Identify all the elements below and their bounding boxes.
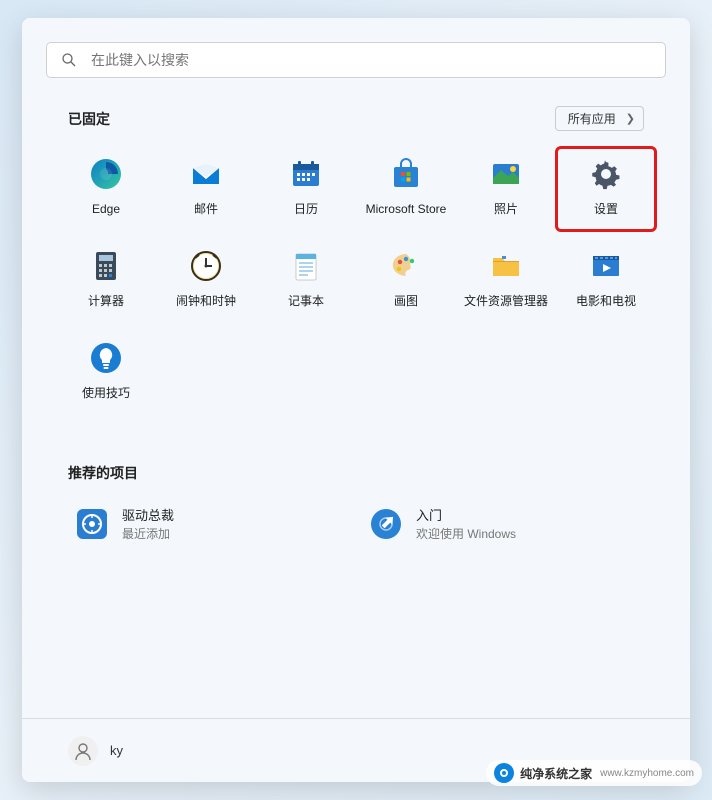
all-apps-button[interactable]: 所有应用 ❯ <box>555 106 644 131</box>
app-label: 照片 <box>494 202 518 216</box>
app-movies[interactable]: 电影和电视 <box>556 239 656 323</box>
calendar-icon <box>287 155 325 193</box>
store-icon <box>387 155 425 193</box>
app-label: Microsoft Store <box>366 202 447 216</box>
recommended-item-title: 驱动总裁 <box>122 505 174 524</box>
calculator-icon <box>87 247 125 285</box>
pinned-section: 已固定 所有应用 ❯ Edge 邮件 <box>68 106 644 415</box>
app-paint[interactable]: 画图 <box>356 239 456 323</box>
search-bar[interactable] <box>46 42 666 78</box>
app-explorer[interactable]: 文件资源管理器 <box>456 239 556 323</box>
app-tips[interactable]: 使用技巧 <box>56 331 156 415</box>
mail-icon <box>187 155 225 193</box>
pinned-apps-grid: Edge 邮件 日历 Microsoft Store <box>56 147 656 415</box>
recommended-section: 推荐的项目 驱动总裁 最近添加 入门 欢迎使用 Windows <box>68 463 644 548</box>
settings-icon <box>587 155 625 193</box>
app-label: Edge <box>92 202 120 216</box>
recommended-item-driver[interactable]: 驱动总裁 最近添加 <box>68 499 350 548</box>
recommended-title: 推荐的项目 <box>68 463 644 483</box>
app-label: 画图 <box>394 294 418 308</box>
watermark: 纯净系统之家 www.kzmyhome.com <box>486 760 702 786</box>
app-calculator[interactable]: 计算器 <box>56 239 156 323</box>
start-menu: 已固定 所有应用 ❯ Edge 邮件 <box>22 18 690 782</box>
app-clock[interactable]: 闹钟和时钟 <box>156 239 256 323</box>
app-mail[interactable]: 邮件 <box>156 147 256 231</box>
app-label: 闹钟和时钟 <box>176 294 236 308</box>
pinned-title: 已固定 <box>68 109 110 129</box>
app-label: 日历 <box>294 202 318 216</box>
app-label: 文件资源管理器 <box>464 294 548 308</box>
app-label: 计算器 <box>88 294 124 308</box>
app-photos[interactable]: 照片 <box>456 147 556 231</box>
getstarted-icon <box>368 506 404 542</box>
watermark-url: www.kzmyhome.com <box>600 768 694 779</box>
search-icon <box>61 52 77 68</box>
app-calendar[interactable]: 日历 <box>256 147 356 231</box>
edge-icon <box>87 155 125 193</box>
folder-icon <box>487 247 525 285</box>
recommended-item-subtitle: 欢迎使用 Windows <box>416 525 516 542</box>
pinned-header: 已固定 所有应用 ❯ <box>68 106 644 131</box>
app-settings[interactable]: 设置 <box>556 147 656 231</box>
recommended-item-getstarted[interactable]: 入门 欢迎使用 Windows <box>362 499 644 548</box>
all-apps-label: 所有应用 <box>568 110 616 127</box>
recommended-item-title: 入门 <box>416 505 516 524</box>
watermark-logo-icon <box>494 763 514 783</box>
app-label: 使用技巧 <box>82 386 130 400</box>
recommended-item-subtitle: 最近添加 <box>122 525 174 542</box>
search-input[interactable] <box>91 52 651 68</box>
chevron-right-icon: ❯ <box>626 112 635 125</box>
app-label: 设置 <box>594 202 618 216</box>
user-avatar-icon <box>68 736 98 766</box>
user-account-button[interactable]: ky <box>68 736 123 766</box>
recommended-items: 驱动总裁 最近添加 入门 欢迎使用 Windows <box>68 499 644 548</box>
app-notepad[interactable]: 记事本 <box>256 239 356 323</box>
app-label: 邮件 <box>194 202 218 216</box>
app-label: 记事本 <box>288 294 324 308</box>
app-label: 电影和电视 <box>576 294 636 308</box>
user-name: ky <box>110 743 123 758</box>
paint-icon <box>387 247 425 285</box>
app-store[interactable]: Microsoft Store <box>356 147 456 231</box>
app-edge[interactable]: Edge <box>56 147 156 231</box>
driver-icon <box>74 506 110 542</box>
photos-icon <box>487 155 525 193</box>
watermark-text: 纯净系统之家 <box>520 765 592 782</box>
clock-icon <box>187 247 225 285</box>
movies-icon <box>587 247 625 285</box>
tips-icon <box>87 339 125 377</box>
notepad-icon <box>287 247 325 285</box>
